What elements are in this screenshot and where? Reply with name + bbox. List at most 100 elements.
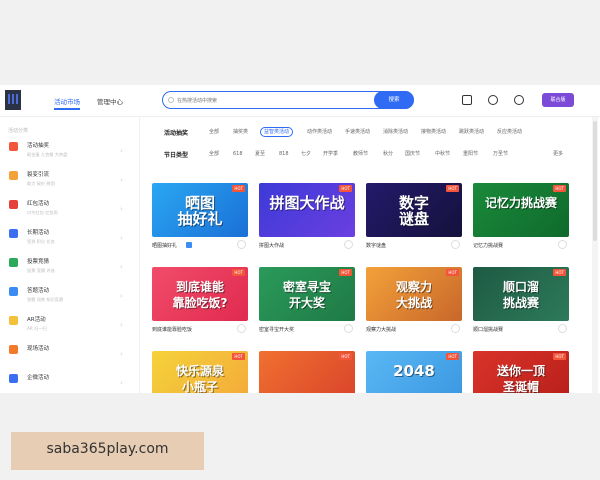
activity-thumbnail[interactable]: 拼图大作战 HOT	[259, 183, 355, 237]
sidebar-item[interactable]: 现场活动 ›	[0, 340, 140, 368]
more-dropdown[interactable]: 更多	[550, 149, 566, 159]
filter-chip[interactable]: 反应类活动	[494, 127, 525, 137]
hot-badge: HOT	[446, 185, 459, 192]
filter-chip[interactable]: 818	[276, 149, 292, 159]
sidebar-item-subtitle: AR 扫一扫	[27, 326, 47, 331]
hot-badge: HOT	[553, 185, 566, 192]
filter-chip[interactable]: 中秋节	[432, 149, 453, 159]
sidebar-item[interactable]: 活动抽奖砸金蛋 九宫格 大转盘 ›	[0, 137, 140, 165]
filter-chip[interactable]: 全部	[206, 149, 222, 159]
filter-chip[interactable]: 全部	[206, 127, 222, 137]
sidebar-item-label: 红包活动	[27, 201, 50, 207]
activity-name[interactable]: 晒图抽好礼	[152, 242, 177, 249]
category-icon	[9, 374, 18, 383]
filter-chip[interactable]: 跳跃类活动	[456, 127, 487, 137]
activity-thumbnail[interactable]: 密室寻宝 开大奖 HOT	[259, 267, 355, 321]
favorite-icon[interactable]	[237, 240, 246, 249]
category-sidebar: 活动分类 活动抽奖 砸金蛋 九宫格 大转盘 › 裂变引流 助力 砍价 拼团 › 红包活动 口令…	[0, 117, 140, 393]
sidebar-item-label: 活动抽奖	[27, 143, 50, 149]
headset-icon[interactable]	[488, 95, 498, 105]
vip-badge[interactable]: 联合版	[542, 93, 574, 107]
sidebar-item[interactable]: 企微活动 ›	[0, 369, 140, 393]
filter-chip[interactable]: 益智类活动	[260, 127, 294, 137]
watermark-banner: saba365play.com	[11, 432, 204, 470]
activity-thumbnail[interactable]: 数字 谜盘 HOT	[366, 183, 462, 237]
favorite-icon[interactable]	[344, 324, 353, 333]
activity-name[interactable]: 数字谜盘	[366, 242, 386, 249]
thumbnail-title: 晒图 抽好礼	[177, 194, 223, 228]
scrollbar-thumb[interactable]	[593, 121, 597, 241]
sidebar-item[interactable]: 裂变引流 助力 砍价 拼团 ›	[0, 166, 140, 194]
nav-tab-manage[interactable]: 管理中心	[97, 96, 123, 106]
filter-chip[interactable]: 接物类活动	[418, 127, 449, 137]
search-input[interactable]	[177, 95, 367, 106]
favorite-icon[interactable]	[237, 324, 246, 333]
user-icon[interactable]	[514, 95, 524, 105]
search-button[interactable]: 搜索	[374, 91, 414, 109]
filter-chip[interactable]: 手速类活动	[342, 127, 373, 137]
sidebar-item-label: 企微活动	[27, 375, 50, 381]
thumbnail-title: 数字 谜盘	[398, 194, 429, 228]
filter-chip[interactable]: 重阳节	[460, 149, 481, 159]
favorite-icon[interactable]	[451, 240, 460, 249]
filter-chip[interactable]: 秋分	[380, 149, 396, 159]
filter-chip[interactable]: 夏至	[252, 149, 268, 159]
watermark-text: saba365play.com	[46, 441, 169, 457]
activity-name[interactable]: 顺口溜挑战赛	[473, 326, 503, 333]
activity-thumbnail[interactable]: 2048 HOT	[366, 351, 462, 393]
hot-badge: HOT	[446, 353, 459, 360]
sidebar-item-subtitle: 答题 闯关 知识竞赛	[27, 297, 64, 302]
favorite-icon[interactable]	[451, 324, 460, 333]
category-icon	[9, 287, 18, 296]
activity-thumbnail[interactable]: 到底谁能 靠脸吃饭? HOT	[152, 267, 248, 321]
scrollbar[interactable]	[592, 117, 598, 393]
filter-chip[interactable]: 国庆节	[402, 149, 423, 159]
app-logo[interactable]	[5, 90, 21, 110]
favorite-icon[interactable]	[558, 324, 567, 333]
chevron-right-icon: ›	[120, 379, 123, 387]
filter-row-label: 活动抽奖	[164, 130, 189, 137]
activity-thumbnail[interactable]: 观察力 大挑战 HOT	[366, 267, 462, 321]
briefcase-icon[interactable]	[462, 95, 472, 105]
filter-chip[interactable]: 七夕	[298, 149, 314, 159]
filter-chip[interactable]: 教师节	[350, 149, 371, 159]
filter-chip[interactable]: 开学季	[320, 149, 341, 159]
filter-chip[interactable]: 消除类活动	[380, 127, 411, 137]
sidebar-item[interactable]: AR活动 AR 扫一扫 ›	[0, 311, 140, 339]
activity-thumbnail[interactable]: 记忆力挑战赛 HOT	[473, 183, 569, 237]
filter-chip[interactable]: 618	[230, 149, 246, 159]
activity-thumbnail[interactable]: 送你一顶 圣诞帽 HOT	[473, 351, 569, 393]
activity-name[interactable]: 记忆力挑战赛	[473, 242, 503, 249]
activity-name[interactable]: 观察力大挑战	[366, 326, 396, 333]
category-icon	[9, 316, 18, 325]
chevron-right-icon: ›	[120, 350, 123, 358]
sidebar-item-subtitle: 助力 砍价 拼团	[27, 181, 55, 186]
activity-name[interactable]: 拼图大作战	[259, 242, 284, 249]
chevron-right-icon: ›	[120, 147, 123, 155]
sidebar-item[interactable]: 红包活动 口令红包 红包雨 ›	[0, 195, 140, 223]
activity-thumbnail[interactable]: 快乐源泉 小瓶子 HOT	[152, 351, 248, 393]
thumbnail-title: 密室寻宝 开大奖	[282, 280, 331, 310]
sidebar-item[interactable]: 长期活动 签到 积分 任务 ›	[0, 224, 140, 252]
nav-tab-market[interactable]: 活动市场	[54, 96, 80, 110]
sidebar-item[interactable]: 投票竞猜 投票 竞猜 评选 ›	[0, 253, 140, 281]
filter-chip[interactable]: 抽奖类	[230, 127, 251, 137]
sidebar-item[interactable]: 答题活动 答题 闯关 知识竞赛 ›	[0, 282, 140, 310]
favorite-icon[interactable]	[558, 240, 567, 249]
hot-badge: HOT	[553, 269, 566, 276]
thumbnail-title: 到底谁能 靠脸吃饭?	[172, 280, 228, 310]
hot-badge: HOT	[232, 269, 245, 276]
activity-name[interactable]: 到底谁能靠脸吃饭	[152, 326, 192, 333]
activity-thumbnail[interactable]: HOT	[259, 351, 355, 393]
activity-name[interactable]: 密室寻宝开大奖	[259, 326, 294, 333]
filter-chip[interactable]: 动作类活动	[304, 127, 335, 137]
activity-thumbnail[interactable]: 顺口溜 挑战赛 HOT	[473, 267, 569, 321]
thumbnail-title: 观察力 大挑战	[395, 280, 432, 310]
activity-thumbnail[interactable]: 晒图 抽好礼 HOT	[152, 183, 248, 237]
thumbnail-title: 快乐源泉 小瓶子	[175, 364, 224, 393]
hot-badge: HOT	[553, 353, 566, 360]
favorite-icon[interactable]	[344, 240, 353, 249]
sidebar-item-subtitle: 口令红包 红包雨	[27, 210, 58, 215]
filter-chip[interactable]: 万圣节	[490, 149, 511, 159]
sidebar-item-subtitle: 砸金蛋 九宫格 大转盘	[27, 152, 68, 157]
